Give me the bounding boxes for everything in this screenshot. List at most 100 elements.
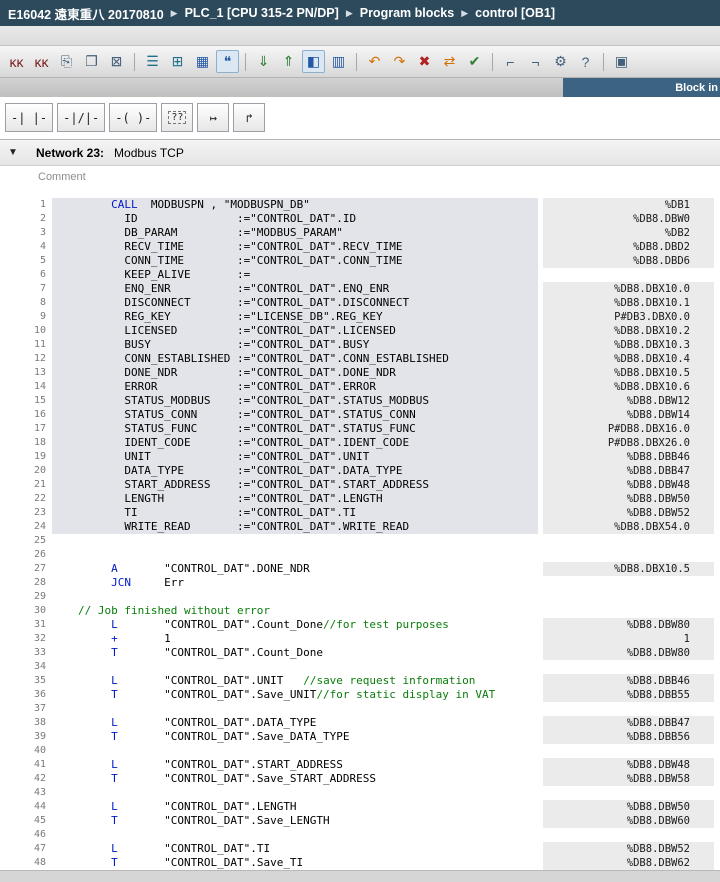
code-line[interactable]: 29 (0, 590, 720, 604)
code-line[interactable]: 28 JCN Err (0, 576, 720, 590)
code-line[interactable]: 8 DISCONNECT :="CONTROL_DAT".DISCONNECT%… (0, 296, 720, 310)
operand-address: %DB8.DBW52 (543, 842, 714, 856)
breadcrumb-item[interactable]: E16042 遠東重八 20170810 (8, 4, 164, 23)
code-line[interactable]: 25 (0, 534, 720, 548)
code-line[interactable]: 40 (0, 744, 720, 758)
network-comment-field[interactable]: Comment (0, 166, 720, 198)
code-line[interactable]: 45 T "CONTROL_DAT".Save_LENGTH%DB8.DBW60 (0, 814, 720, 828)
absolute-symbolic-toggle-icon[interactable]: ◧ (302, 50, 325, 73)
code-line[interactable]: 34 (0, 660, 720, 674)
close-view-icon[interactable]: ⊠ (105, 50, 128, 73)
syntax-help-icon[interactable]: ? (574, 50, 597, 73)
code-line[interactable]: 27 A "CONTROL_DAT".DONE_NDR%DB8.DBX10.5 (0, 562, 720, 576)
code-text: STATUS_FUNC :="CONTROL_DAT".STATUS_FUNC (52, 422, 538, 436)
code-line[interactable]: 3 DB_PARAM :="MODBUS_PARAM"%DB2 (0, 226, 720, 240)
code-line[interactable]: 10 LICENSED :="CONTROL_DAT".LICENSED%DB8… (0, 324, 720, 338)
code-line[interactable]: 32 + 11 (0, 632, 720, 646)
close-branch-button[interactable]: ↱ (233, 103, 265, 132)
code-line[interactable]: 23 TI :="CONTROL_DAT".TI%DB8.DBW52 (0, 506, 720, 520)
network-list-icon[interactable]: ☰ (141, 50, 164, 73)
code-line[interactable]: 43 (0, 786, 720, 800)
code-line[interactable]: 35 L "CONTROL_DAT".UNIT //save request i… (0, 674, 720, 688)
swap-operands-icon[interactable]: ⇄ (438, 50, 461, 73)
breadcrumb-item[interactable]: PLC_1 [CPU 315-2 PN/DP] (185, 6, 339, 20)
code-line[interactable]: 9 REG_KEY :="LICENSE_DB".REG_KEYP#DB3.DB… (0, 310, 720, 324)
nc-contact-button[interactable]: -|/|- (57, 103, 105, 132)
code-line[interactable]: 36 T "CONTROL_DAT".Save_UNIT//for static… (0, 688, 720, 702)
code-line[interactable]: 46 (0, 828, 720, 842)
code-line[interactable]: 12 CONN_ESTABLISHED :="CONTROL_DAT".CONN… (0, 352, 720, 366)
code-line[interactable]: 37 (0, 702, 720, 716)
code-line[interactable]: 14 ERROR :="CONTROL_DAT".ERROR%DB8.DBX10… (0, 380, 720, 394)
coil-button[interactable]: -( )- (109, 103, 157, 132)
empty-box-button[interactable]: ?? (161, 103, 193, 132)
insert-network-icon[interactable]: ⊞ (166, 50, 189, 73)
open-branch-button[interactable]: ↦ (197, 103, 229, 132)
block-overview-icon[interactable]: ▦ (191, 50, 214, 73)
code-line[interactable]: 16 STATUS_CONN :="CONTROL_DAT".STATUS_CO… (0, 408, 720, 422)
code-text: WRITE_READ :="CONTROL_DAT".WRITE_READ (52, 520, 538, 534)
code-text: A "CONTROL_DAT".DONE_NDR (52, 562, 538, 576)
line-number: 9 (0, 310, 52, 324)
code-line[interactable]: 7 ENQ_ENR :="CONTROL_DAT".ENQ_ENR%DB8.DB… (0, 282, 720, 296)
copy-view-icon[interactable]: ⎘ (55, 50, 78, 73)
code-line[interactable]: 31 L "CONTROL_DAT".Count_Done//for test … (0, 618, 720, 632)
code-line[interactable]: 48 T "CONTROL_DAT".Save_TI%DB8.DBW62 (0, 856, 720, 870)
update-call-forward-icon[interactable]: ĸĸ (30, 50, 53, 73)
horizontal-scrollbar[interactable] (0, 870, 720, 882)
block-interface-pane[interactable]: Block in (563, 78, 720, 97)
line-number: 19 (0, 450, 52, 464)
line-number: 11 (0, 338, 52, 352)
line-number: 36 (0, 688, 52, 702)
symbol-table-icon[interactable]: ▥ (327, 50, 350, 73)
collapse-network-icon[interactable]: ▼ (8, 147, 36, 158)
breadcrumb-item[interactable]: Program blocks (360, 6, 454, 20)
redo-jump-icon[interactable]: ↷ (388, 50, 411, 73)
code-line[interactable]: 5 CONN_TIME :="CONTROL_DAT".CONN_TIME%DB… (0, 254, 720, 268)
code-text: T "CONTROL_DAT".Count_Done (52, 646, 538, 660)
code-line[interactable]: 18 IDENT_CODE :="CONTROL_DAT".IDENT_CODE… (0, 436, 720, 450)
code-line[interactable]: 26 (0, 548, 720, 562)
open-branch-icon[interactable]: ⌐ (499, 50, 522, 73)
code-text (52, 590, 538, 604)
close-branch-icon[interactable]: ¬ (524, 50, 547, 73)
code-editor[interactable]: 1 CALL MODBUSPN , "MODBUSPN_DB"%DB12 ID … (0, 198, 720, 870)
code-line[interactable]: 44 L "CONTROL_DAT".LENGTH%DB8.DBW50 (0, 800, 720, 814)
code-line[interactable]: 42 T "CONTROL_DAT".Save_START_ADDRESS%DB… (0, 772, 720, 786)
undo-jump-icon[interactable]: ↶ (363, 50, 386, 73)
code-line[interactable]: 20 DATA_TYPE :="CONTROL_DAT".DATA_TYPE%D… (0, 464, 720, 478)
code-line[interactable]: 47 L "CONTROL_DAT".TI%DB8.DBW52 (0, 842, 720, 856)
code-line[interactable]: 39 T "CONTROL_DAT".Save_DATA_TYPE%DB8.DB… (0, 730, 720, 744)
code-line[interactable]: 17 STATUS_FUNC :="CONTROL_DAT".STATUS_FU… (0, 422, 720, 436)
operand-address (543, 548, 714, 562)
no-contact-button[interactable]: -| |- (5, 103, 53, 132)
new-window-icon[interactable]: ❐ (80, 50, 103, 73)
code-line[interactable]: 22 LENGTH :="CONTROL_DAT".LENGTH%DB8.DBW… (0, 492, 720, 506)
settings-icon[interactable]: ⚙ (549, 50, 572, 73)
operand-address: %DB8.DBW60 (543, 814, 714, 828)
update-call-backward-icon[interactable]: ĸĸ (5, 50, 28, 73)
go-offline-icon[interactable]: ✖ (413, 50, 436, 73)
code-line[interactable]: 6 KEEP_ALIVE := (0, 268, 720, 282)
code-line[interactable]: 21 START_ADDRESS :="CONTROL_DAT".START_A… (0, 478, 720, 492)
code-line[interactable]: 2 ID :="CONTROL_DAT".ID%DB8.DBW0 (0, 212, 720, 226)
network-comments-toggle-icon[interactable]: ❝ (216, 50, 239, 73)
code-line[interactable]: 15 STATUS_MODBUS :="CONTROL_DAT".STATUS_… (0, 394, 720, 408)
code-line[interactable]: 24 WRITE_READ :="CONTROL_DAT".WRITE_READ… (0, 520, 720, 534)
line-number: 3 (0, 226, 52, 240)
code-line[interactable]: 1 CALL MODBUSPN , "MODBUSPN_DB"%DB1 (0, 198, 720, 212)
code-line[interactable]: 19 UNIT :="CONTROL_DAT".UNIT%DB8.DBB46 (0, 450, 720, 464)
code-line[interactable]: 38 L "CONTROL_DAT".DATA_TYPE%DB8.DBB47 (0, 716, 720, 730)
code-line[interactable]: 41 L "CONTROL_DAT".START_ADDRESS%DB8.DBW… (0, 758, 720, 772)
code-line[interactable]: 11 BUSY :="CONTROL_DAT".BUSY%DB8.DBX10.3 (0, 338, 720, 352)
block-properties-icon[interactable]: ▣ (610, 50, 633, 73)
breadcrumb-item[interactable]: control [OB1] (475, 6, 555, 20)
code-line[interactable]: 33 T "CONTROL_DAT".Count_Done%DB8.DBW80 (0, 646, 720, 660)
code-line[interactable]: 4 RECV_TIME :="CONTROL_DAT".RECV_TIME%DB… (0, 240, 720, 254)
code-line[interactable]: 13 DONE_NDR :="CONTROL_DAT".DONE_NDR%DB8… (0, 366, 720, 380)
code-line[interactable]: 30// Job finished without error (0, 604, 720, 618)
upload-from-device-icon[interactable]: ⇑ (277, 50, 300, 73)
consistency-check-icon[interactable]: ✔ (463, 50, 486, 73)
download-to-device-icon[interactable]: ⇓ (252, 50, 275, 73)
network-title: Network 23: (36, 146, 104, 160)
